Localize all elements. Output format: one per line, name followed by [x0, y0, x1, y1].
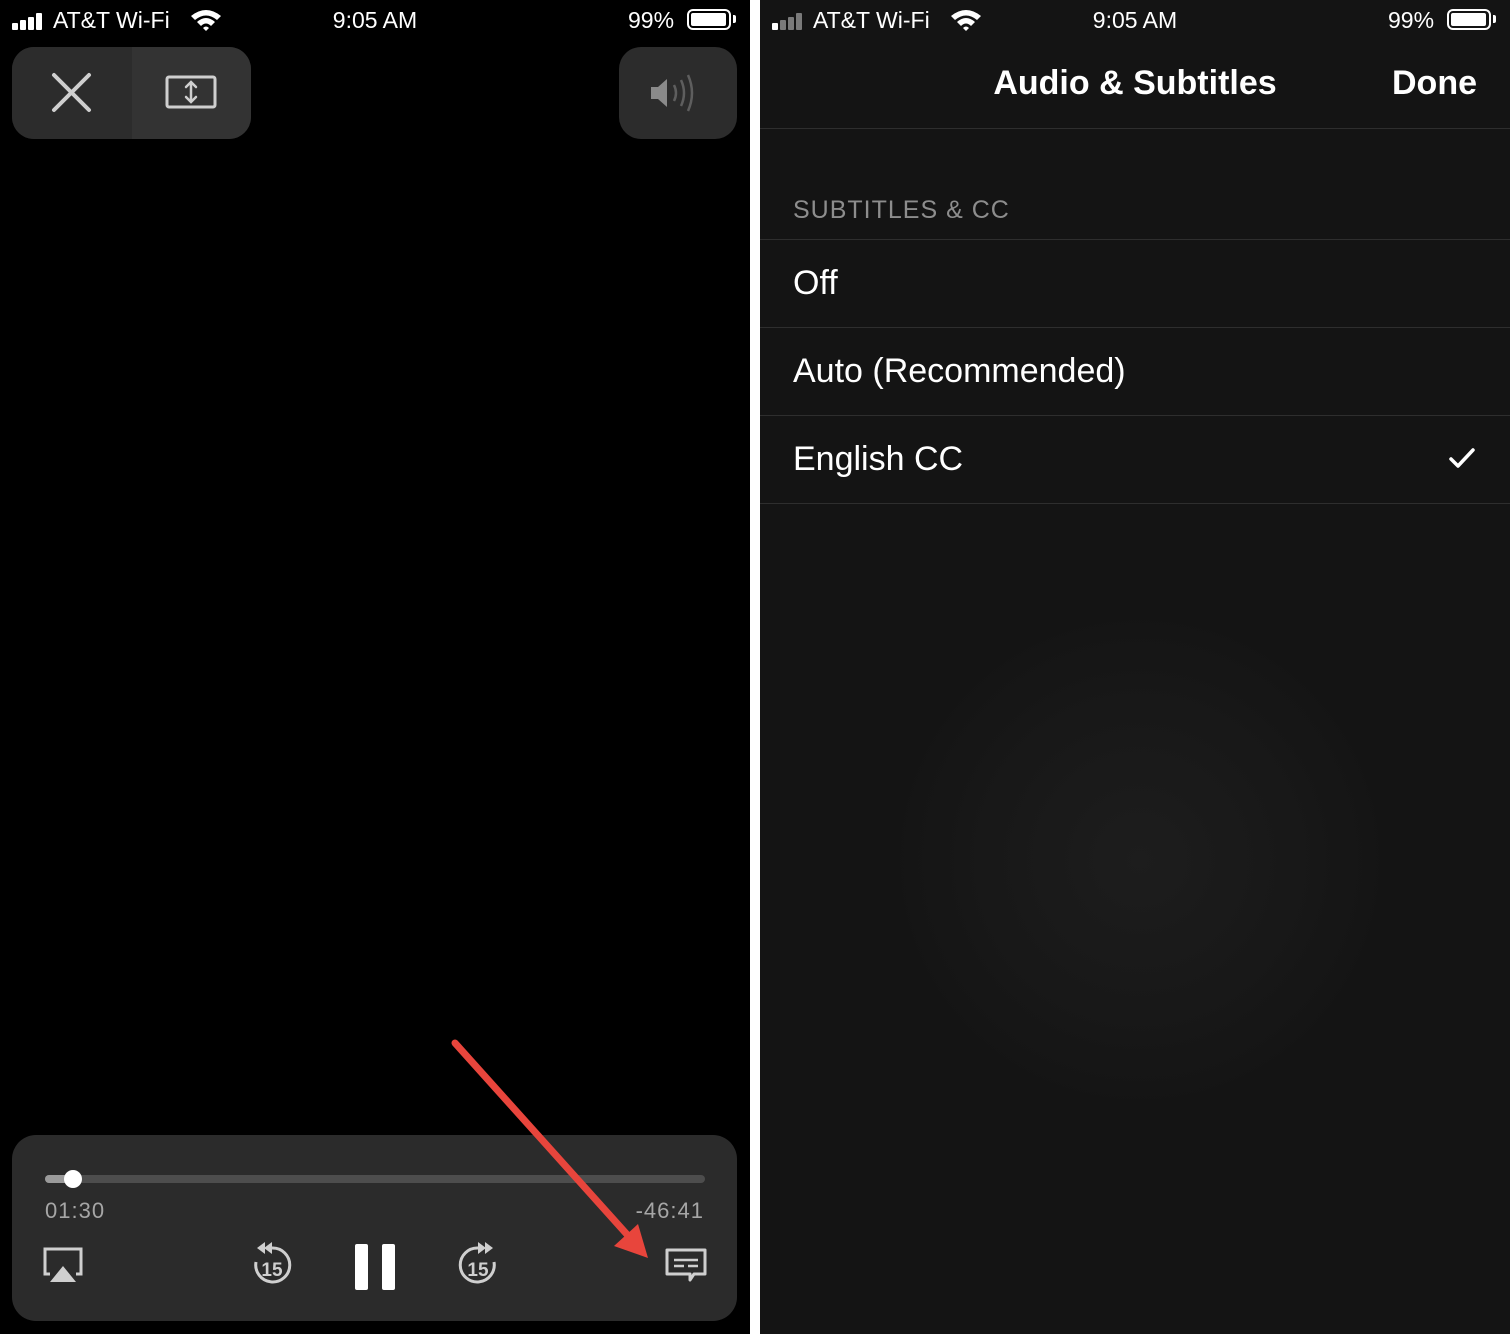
close-icon	[52, 73, 91, 112]
checkmark-icon	[1449, 448, 1475, 468]
volume-button[interactable]	[619, 47, 737, 139]
scrubber-thumb[interactable]	[64, 1170, 83, 1188]
aspect-ratio-icon	[165, 75, 217, 109]
skip-forward-15-icon[interactable]: 15	[455, 1241, 501, 1289]
navigation-bar: Audio & Subtitles Done	[760, 42, 1510, 129]
airplay-icon[interactable]	[42, 1245, 84, 1287]
audio-subtitles-screen: AT&T Wi-Fi 9:05 AM 99% Audio & Subtitles…	[760, 0, 1510, 1334]
aspect-ratio-button[interactable]	[132, 47, 251, 139]
battery-icon	[687, 9, 731, 30]
playback-controls-panel: 01:30 -46:41 15 15	[12, 1135, 737, 1321]
scrubber-track[interactable]	[45, 1175, 705, 1183]
battery-percent: 99%	[1388, 7, 1435, 33]
top-left-controls	[12, 47, 251, 139]
pause-icon[interactable]	[354, 1243, 396, 1291]
remaining-time: -46:41	[635, 1198, 704, 1223]
status-bar: AT&T Wi-Fi 9:05 AM 99%	[0, 0, 750, 42]
option-label: Auto (Recommended)	[793, 352, 1126, 390]
battery-icon	[1447, 9, 1491, 30]
option-english-cc[interactable]: English CC	[760, 416, 1510, 504]
volume-icon	[651, 74, 694, 112]
subtitle-options-list: Off Auto (Recommended) English CC	[760, 239, 1510, 504]
video-player-screen: AT&T Wi-Fi 9:05 AM 99% 01:30 -46:41 15 1…	[0, 0, 750, 1334]
option-auto-recommended[interactable]: Auto (Recommended)	[760, 328, 1510, 416]
skip-back-label: 15	[261, 1260, 283, 1281]
battery-percent: 99%	[628, 7, 675, 33]
section-header-subtitles: SUBTITLES & CC	[793, 196, 1010, 224]
status-bar: AT&T Wi-Fi 9:05 AM 99%	[760, 0, 1510, 42]
skip-forward-label: 15	[467, 1260, 489, 1281]
done-button[interactable]: Done	[1392, 64, 1477, 103]
option-off[interactable]: Off	[760, 240, 1510, 328]
elapsed-time: 01:30	[45, 1198, 106, 1223]
subtitles-icon[interactable]	[664, 1247, 708, 1287]
option-label: English CC	[793, 440, 964, 478]
skip-back-15-icon[interactable]: 15	[249, 1241, 295, 1289]
option-label: Off	[793, 264, 838, 302]
close-button[interactable]	[12, 47, 131, 139]
annotation-arrow	[451, 1039, 648, 1258]
